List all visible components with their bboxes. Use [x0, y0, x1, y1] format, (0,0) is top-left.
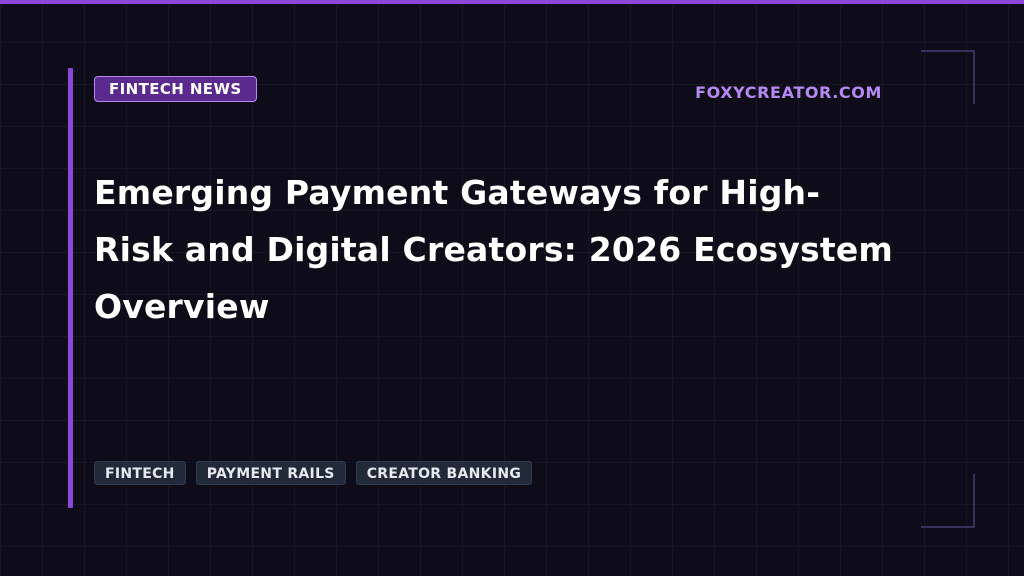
left-accent-bar — [68, 68, 73, 508]
corner-bracket-top-right — [921, 50, 975, 104]
article-title: Emerging Payment Gateways for High-Risk … — [94, 173, 893, 326]
tag-creator-banking[interactable]: CREATOR BANKING — [355, 461, 533, 485]
article-hero-card: FINTECH NEWS FOXYCREATOR.COM Emerging Pa… — [0, 0, 1024, 576]
category-badge[interactable]: FINTECH NEWS — [94, 76, 257, 102]
tag-list: FINTECH PAYMENT RAILS CREATOR BANKING — [94, 461, 533, 485]
tag-payment-rails[interactable]: PAYMENT RAILS — [195, 461, 346, 485]
corner-bracket-bottom-right — [921, 474, 975, 528]
tag-fintech[interactable]: FINTECH — [94, 461, 186, 485]
site-name[interactable]: FOXYCREATOR.COM — [695, 83, 882, 102]
top-accent-bar — [0, 0, 1024, 4]
